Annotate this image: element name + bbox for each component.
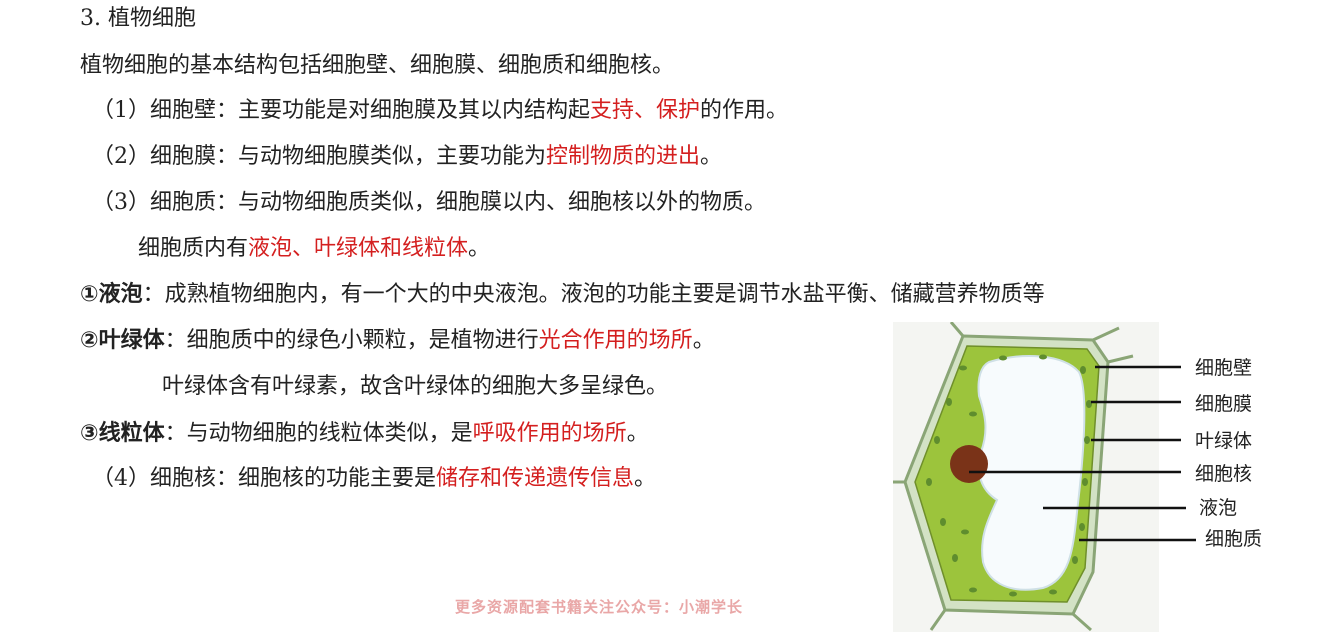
label-vacuole: 液泡	[1199, 497, 1237, 519]
section-heading: 3. 植物细胞	[80, 4, 196, 34]
highlight-text: 光合作用的场所	[538, 328, 693, 353]
label-cell-membrane: 细胞膜	[1195, 393, 1252, 415]
section-title: 植物细胞	[108, 6, 197, 31]
item-text: 细胞质：与动物细胞质类似，细胞膜以内、细胞核以外的物质。	[150, 190, 767, 215]
highlight-text: 控制物质的进出	[546, 144, 701, 169]
item-text: 细胞核：细胞核的功能主要是	[150, 466, 437, 491]
mitochondria-text: ：与动物细胞的线粒体类似，是	[164, 421, 473, 446]
label-cell-wall: 细胞壁	[1195, 357, 1252, 379]
circled-marker: ①	[80, 282, 99, 307]
item-number: （2）	[92, 144, 150, 169]
nucleus-shape	[950, 445, 988, 483]
highlight-text: 呼吸作用的场所	[472, 421, 627, 446]
intro-text: 植物细胞的基本结构包括细胞壁、细胞膜、细胞质和细胞核。	[80, 53, 675, 78]
label-cytoplasm: 细胞质	[1205, 528, 1262, 550]
item-cell-wall: （1）细胞壁：主要功能是对细胞膜及其以内结构起支持、保护的作用。	[92, 96, 788, 126]
item-number: （1）	[92, 98, 150, 123]
highlight-text: 液泡、叶绿体和线粒体	[248, 236, 469, 261]
highlight-text: 支持、保护	[590, 98, 701, 123]
term-vacuole: 液泡	[98, 282, 143, 307]
section-number: 3.	[80, 6, 101, 31]
chloroplast-text-end: 。	[692, 328, 715, 353]
organelles-line: 细胞质内有液泡、叶绿体和线粒体。	[138, 234, 490, 264]
item-text: 细胞壁：主要功能是对细胞膜及其以内结构起	[150, 98, 591, 123]
circled-marker: ②	[80, 328, 99, 353]
term-chloroplast: 叶绿体	[98, 328, 165, 353]
watermark-text: 更多资源配套书籍关注公众号：小潮学长	[455, 598, 744, 616]
chloroplast-text: ：细胞质中的绿色小颗粒，是植物进行	[164, 328, 539, 353]
item-nucleus: （4）细胞核：细胞核的功能主要是储存和传递遗传信息。	[92, 464, 656, 494]
label-nucleus: 细胞核	[1195, 463, 1252, 485]
mitochondria-line: ③线粒体：与动物细胞的线粒体类似，是呼吸作用的场所。	[80, 419, 649, 449]
label-chloroplast: 叶绿体	[1195, 430, 1252, 452]
plant-cell-diagram: 细胞壁 细胞膜 叶绿体 细胞核 液泡 细胞质	[893, 322, 1262, 632]
chloroplast-note: 叶绿体含有叶绿素，故含叶绿体的细胞大多呈绿色。	[162, 374, 669, 399]
item-number: （3）	[92, 190, 150, 215]
item-cytoplasm: （3）细胞质：与动物细胞质类似，细胞膜以内、细胞核以外的物质。	[92, 188, 766, 218]
organelles-text: 细胞质内有	[138, 236, 249, 261]
term-mitochondria: 线粒体	[98, 421, 165, 446]
item-text-end: 。	[700, 144, 723, 169]
item-text-end: 的作用。	[700, 98, 789, 123]
organelles-text-end: 。	[468, 236, 491, 261]
chloroplast-line: ②叶绿体：细胞质中的绿色小颗粒，是植物进行光合作用的场所。	[80, 326, 715, 356]
item-text: 细胞膜：与动物细胞膜类似，主要功能为	[150, 144, 547, 169]
vacuole-line: ①液泡：成熟植物细胞内，有一个大的中央液泡。液泡的功能主要是调节水盐平衡、储藏营…	[80, 280, 1045, 310]
highlight-text: 储存和传递遗传信息	[436, 466, 635, 491]
item-cell-membrane: （2）细胞膜：与动物细胞膜类似，主要功能为控制物质的进出。	[92, 142, 722, 172]
circled-marker: ③	[80, 421, 99, 446]
item-number: （4）	[92, 466, 150, 491]
vacuole-text: ：成熟植物细胞内，有一个大的中央液泡。液泡的功能主要是调节水盐平衡、储藏营养物质…	[142, 282, 1045, 307]
item-text-end: 。	[634, 466, 657, 491]
mitochondria-text-end: 。	[626, 421, 649, 446]
